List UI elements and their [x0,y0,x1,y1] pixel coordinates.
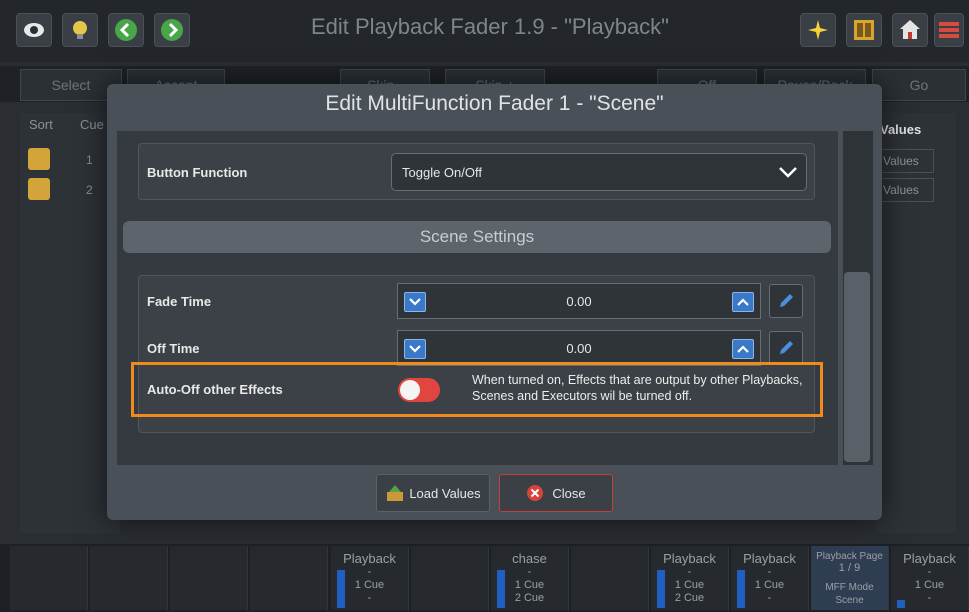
chevron-down-icon [409,298,421,306]
load-values-label: Load Values [409,485,481,501]
cue-number: 2 [86,183,93,197]
bulb-button[interactable] [62,13,98,47]
scene-settings-header: Scene Settings [123,221,831,253]
fade-time-label: Fade Time [147,294,212,309]
pencil-icon [780,341,793,354]
eye-icon [24,23,44,37]
effects-button[interactable] [800,13,836,47]
button-function-select[interactable]: Toggle On/Off [391,153,807,191]
forward-button[interactable] [154,13,190,47]
panel-button[interactable] [846,13,882,47]
off-time-decrement[interactable] [404,339,426,359]
off-time-field[interactable]: 0.00 [397,330,761,366]
load-values-icon [387,485,404,501]
fade-time-field[interactable]: 0.00 [397,283,761,319]
off-time-label: Off Time [147,341,200,356]
fader-slot-playback[interactable]: Playback - 1 Cue - [731,546,809,610]
home-icon [900,20,920,39]
fader-level-meter [657,570,665,608]
fader-slot-empty[interactable] [571,546,649,610]
sort-drag-icon[interactable] [28,148,50,170]
dialog-title: Edit MultiFunction Fader 1 - "Scene" [325,92,664,115]
button-function-label: Button Function [147,165,248,180]
fader-title: Playback [903,551,956,566]
close-button[interactable]: Close [499,474,613,512]
menu-button[interactable] [934,13,964,47]
fader-title: Playback [663,551,716,566]
fader-slot-empty[interactable] [170,546,248,610]
auto-off-label: Auto-Off other Effects [147,382,283,397]
auto-off-description: When turned on, Effects that are output … [472,373,803,403]
go-button[interactable]: Go [872,69,966,101]
sort-header: Sort [29,117,53,132]
fader-level-meter [337,570,345,608]
fade-time-increment[interactable] [732,292,754,312]
toggle-knob [400,380,420,400]
bulb-icon [73,21,87,39]
fader-slot-playback[interactable]: Playback - 1 Cue - [891,546,969,610]
fader-title: Playback [343,551,396,566]
panel-icon [854,20,874,40]
mff-mode-value: Scene [835,595,864,606]
fader-level-meter [497,570,505,608]
fader-title: chase [512,551,547,566]
menu-icon [939,22,959,38]
off-time-edit-button[interactable] [769,331,803,365]
fader-slot-empty[interactable] [411,546,489,610]
playback-page-slot[interactable]: Playback Page 1 / 9 MFF Mode Scene [811,546,889,610]
fader-slot-empty[interactable] [10,546,88,610]
fader-line: - [927,566,932,578]
sparkle-icon [808,20,828,40]
fader-level-meter [897,600,905,608]
close-icon [527,485,544,501]
chevron-down-icon [409,345,421,353]
values-cell[interactable]: Values [878,149,934,173]
eye-button[interactable] [16,13,52,47]
fader-slot-playback[interactable]: Playback - 1 Cue - [331,546,409,610]
mff-mode-label: MFF Mode [825,582,874,593]
page-number: 1 / 9 [838,562,861,574]
fader-slot-playback[interactable]: Playback - 1 Cue 2 Cue [651,546,729,610]
sort-drag-icon[interactable] [28,178,50,200]
fader-line: 1 Cue [914,579,945,591]
fader-slot-empty[interactable] [90,546,168,610]
cue-number: 1 [86,153,93,167]
close-label: Close [552,485,586,501]
load-values-button[interactable]: Load Values [376,474,490,512]
back-arrow-icon [115,19,137,41]
off-time-value: 0.00 [566,340,592,356]
chevron-up-icon [737,298,749,306]
fade-time-value: 0.00 [566,293,592,309]
values-column [876,113,956,533]
fader-title: Playback [743,551,796,566]
scrollbar-thumb[interactable] [844,272,870,462]
page-title: Playback Page [816,551,883,562]
fader-slot-empty[interactable] [250,546,328,610]
forward-arrow-icon [161,19,183,41]
auto-off-toggle[interactable] [398,378,440,402]
cue-header: Cue [80,117,104,132]
home-button[interactable] [892,13,928,47]
cue-list-panel [20,113,120,533]
pencil-icon [780,294,793,307]
fader-level-meter [737,570,745,608]
values-header: Values [880,122,922,137]
values-cell[interactable]: Values [878,178,934,202]
button-function-value: Toggle On/Off [402,164,482,180]
fade-time-edit-button[interactable] [769,284,803,318]
off-time-increment[interactable] [732,339,754,359]
fade-time-decrement[interactable] [404,292,426,312]
chevron-down-icon [779,167,797,178]
window-title: Edit Playback Fader 1.9 - "Playback" [310,14,669,39]
fader-slot-chase[interactable]: chase - 1 Cue 2 Cue [491,546,569,610]
back-button[interactable] [108,13,144,47]
chevron-up-icon [737,345,749,353]
